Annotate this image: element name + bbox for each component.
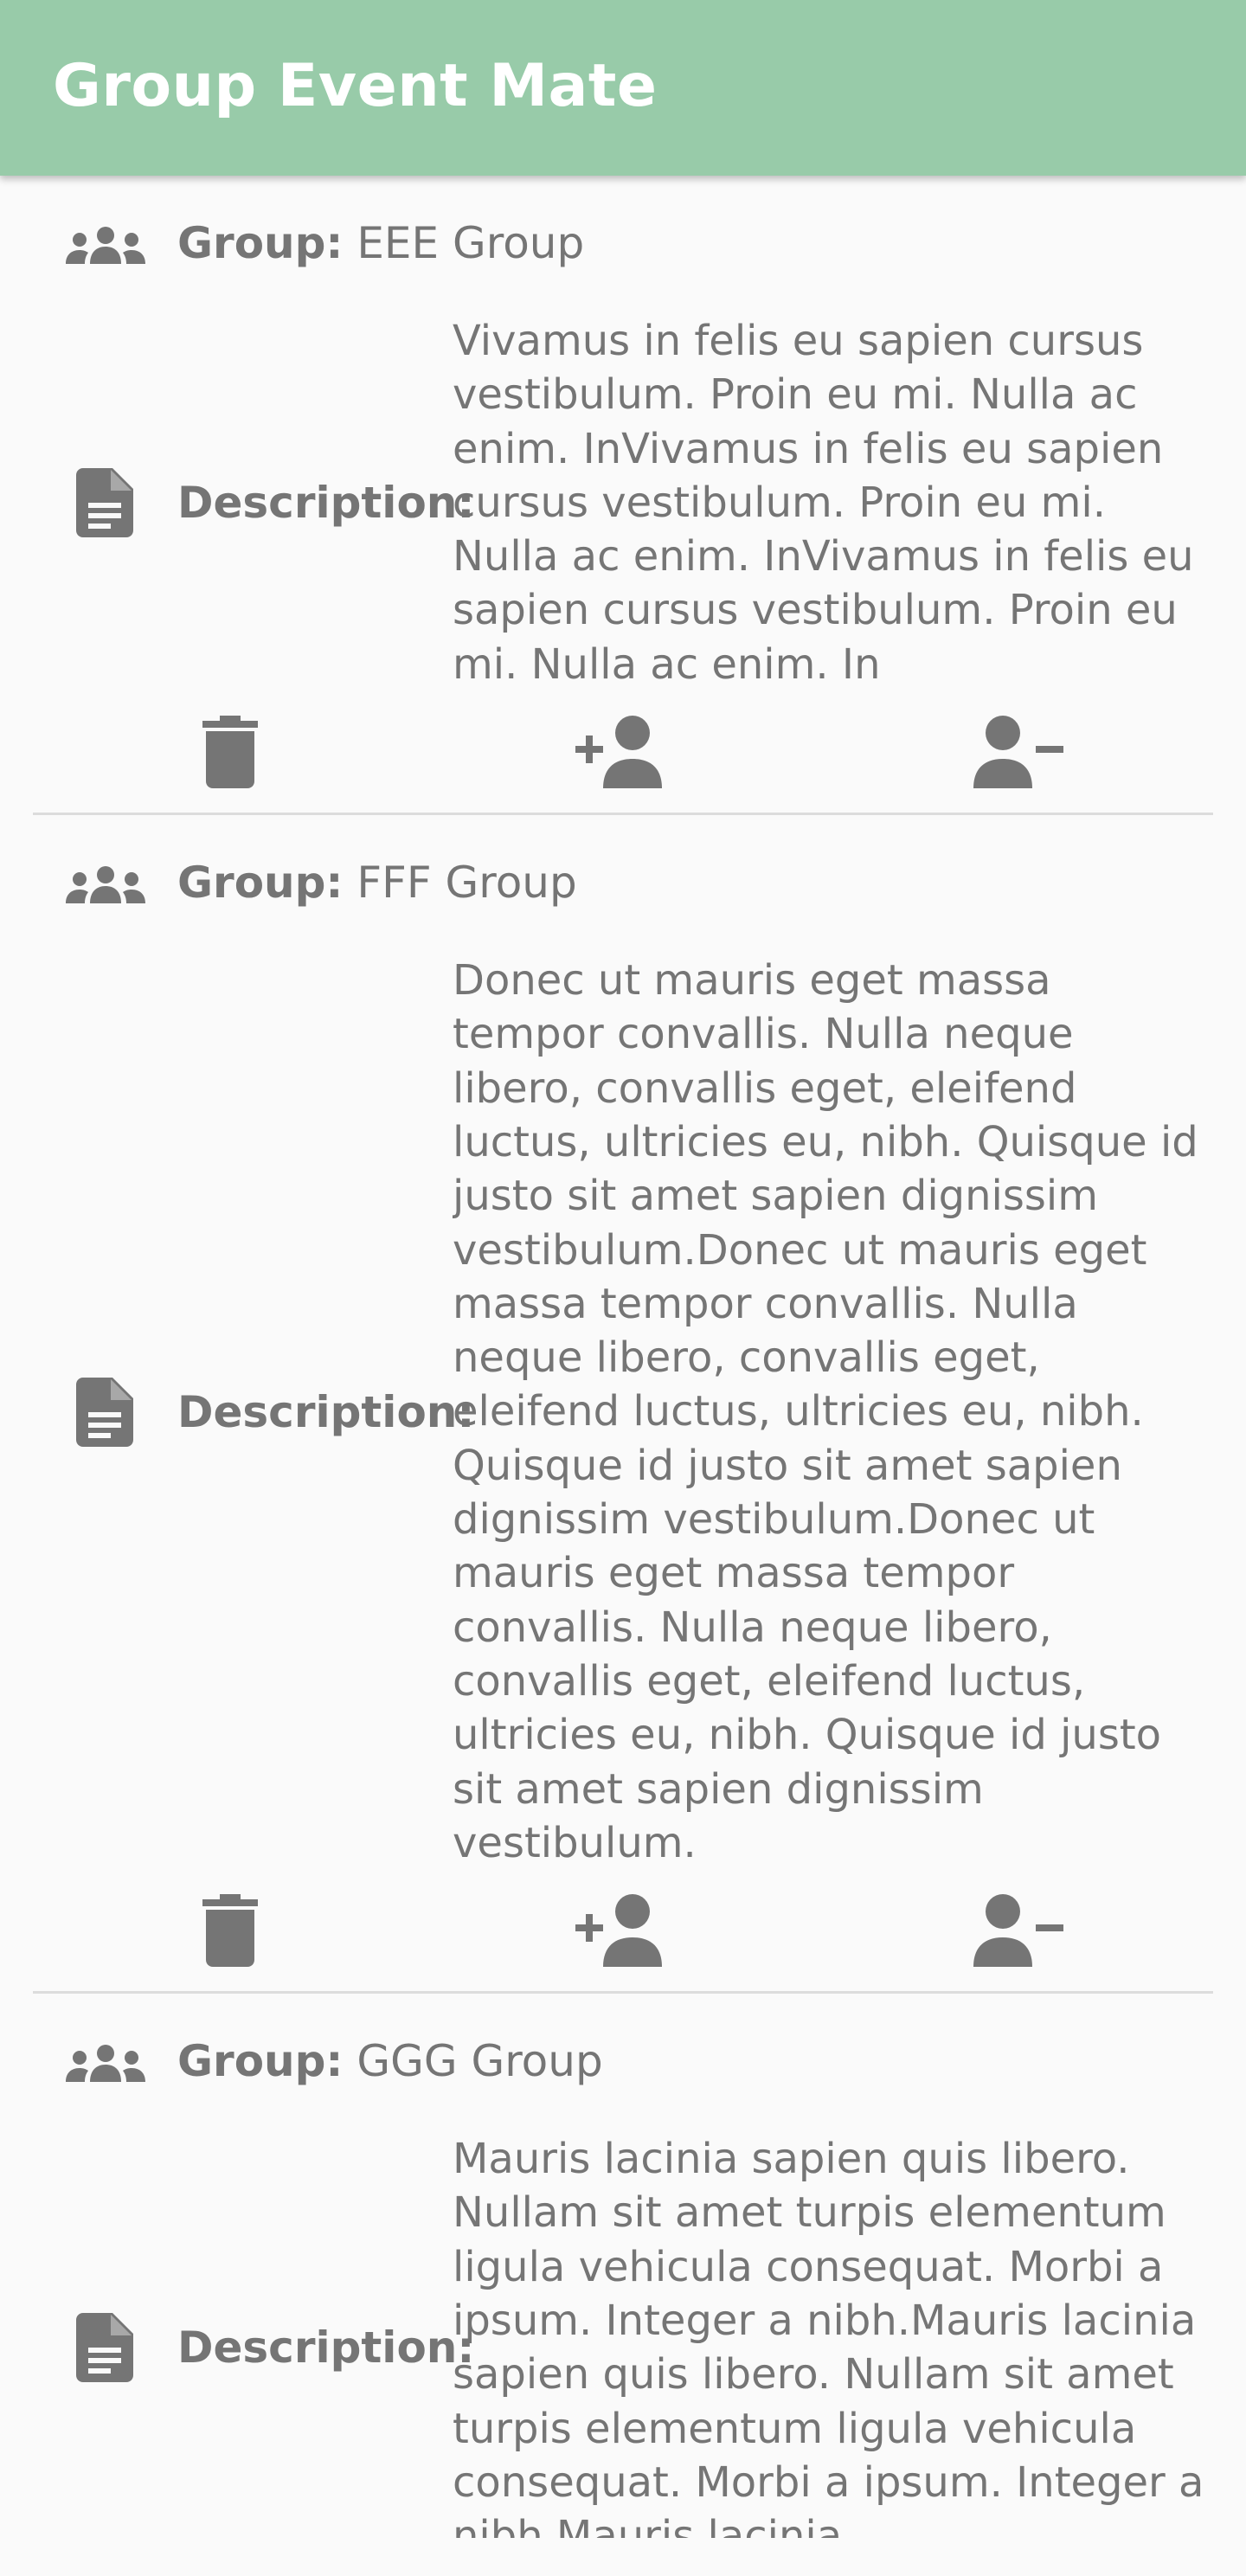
document-icon bbox=[76, 468, 133, 538]
delete-button[interactable] bbox=[178, 709, 282, 795]
person-add-icon bbox=[575, 716, 662, 789]
person-remove-icon bbox=[973, 716, 1063, 789]
group-card: Group: FFF Group Description: Donec ut m… bbox=[0, 850, 1246, 1995]
group-row: Group: FFF Group bbox=[0, 850, 1246, 919]
person-add-icon bbox=[575, 1894, 662, 1968]
remove-member-button[interactable] bbox=[967, 709, 1071, 795]
group-name: Group: FFF Group bbox=[177, 855, 577, 910]
description-label: Description: bbox=[177, 1386, 475, 1437]
description-row: Description: Mauris lacinia sapien quis … bbox=[0, 2132, 1246, 2538]
trash-icon bbox=[202, 716, 258, 789]
remove-member-button[interactable] bbox=[967, 1887, 1071, 1974]
group-row: Group: EEE Group bbox=[0, 210, 1246, 279]
group-name-value: FFF Group bbox=[356, 858, 577, 909]
description-label: Description: bbox=[177, 478, 475, 529]
app-title: Group Event Mate bbox=[53, 52, 658, 120]
description-text: Vivamus in felis eu sapien cursus vestib… bbox=[453, 317, 1194, 689]
divider bbox=[33, 813, 1213, 816]
group-label: Group: bbox=[177, 218, 344, 268]
divider bbox=[33, 1991, 1213, 1995]
add-member-button[interactable] bbox=[571, 709, 675, 795]
group-list[interactable]: Group: EEE Group Description: Vivamus in… bbox=[0, 176, 1246, 2538]
add-member-button[interactable] bbox=[571, 1887, 675, 1974]
description-label: Description: bbox=[177, 2322, 475, 2374]
delete-button[interactable] bbox=[178, 1887, 282, 1974]
group-label: Group: bbox=[177, 858, 344, 909]
app-bar: Group Event Mate bbox=[0, 0, 1246, 176]
document-icon bbox=[76, 1377, 133, 1447]
group-icon bbox=[66, 866, 145, 904]
group-card: Group: EEE Group Description: Vivamus in… bbox=[0, 210, 1246, 816]
group-name-value: EEE Group bbox=[356, 218, 585, 268]
description-text: Mauris lacinia sapien quis libero. Nulla… bbox=[453, 2135, 1204, 2538]
group-label: Group: bbox=[177, 2036, 344, 2087]
group-icon bbox=[66, 2045, 145, 2083]
description-row: Description: Donec ut mauris eget massa … bbox=[0, 954, 1246, 1870]
person-remove-icon bbox=[973, 1894, 1063, 1968]
trash-icon bbox=[202, 1894, 258, 1968]
group-row: Group: GGG Group bbox=[0, 2028, 1246, 2097]
bottom-edge bbox=[0, 2538, 1246, 2576]
document-icon bbox=[76, 2313, 133, 2383]
group-icon bbox=[66, 227, 145, 264]
group-name: Group: EEE Group bbox=[177, 215, 584, 271]
action-row bbox=[0, 1870, 1246, 1991]
description-row: Description: Vivamus in felis eu sapien … bbox=[0, 314, 1246, 691]
group-card: Group: GGG Group Description: Mauris lac… bbox=[0, 2028, 1246, 2538]
description-text: Donec ut mauris eget massa tempor conval… bbox=[453, 956, 1198, 1867]
action-row bbox=[0, 691, 1246, 813]
group-name-value: GGG Group bbox=[356, 2036, 603, 2087]
group-name: Group: GGG Group bbox=[177, 2033, 603, 2089]
